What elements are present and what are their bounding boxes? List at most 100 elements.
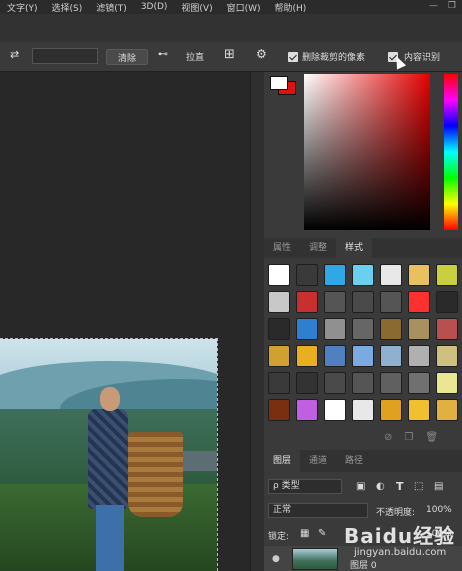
style-swatch[interactable] [268, 264, 290, 286]
style-swatch[interactable] [268, 318, 290, 340]
lock-transparent-icon[interactable]: ▦ [300, 528, 309, 539]
style-swatch[interactable] [380, 345, 402, 367]
style-swatch[interactable] [380, 399, 402, 421]
filter-adjust-icon[interactable]: ◐ [376, 481, 385, 492]
filter-type-icon[interactable]: T [396, 480, 404, 493]
trash-icon[interactable]: 🗑 [425, 432, 438, 443]
style-swatch[interactable] [380, 372, 402, 394]
image-basket [128, 432, 183, 517]
style-swatch[interactable] [408, 372, 430, 394]
menu-filter[interactable]: 滤镜(T) [89, 1, 134, 14]
tab-properties[interactable]: 属性 [264, 238, 300, 258]
properties-tabs: 属性 调整 样式 [264, 238, 462, 258]
foreground-color-swatch[interactable] [270, 76, 288, 90]
style-swatch[interactable] [296, 264, 318, 286]
grid-overlay-icon[interactable]: ⊞ [224, 47, 235, 62]
restore-icon[interactable]: ❐ [448, 1, 456, 11]
menu-view[interactable]: 视图(V) [174, 1, 219, 14]
watermark: Baidu经验 jingyan.baidu.com [344, 520, 462, 570]
clear-button[interactable]: 清除 [106, 49, 148, 65]
eye-icon[interactable]: ● [272, 554, 280, 564]
style-swatch[interactable] [324, 399, 346, 421]
style-swatch[interactable] [324, 264, 346, 286]
style-swatch[interactable] [436, 264, 458, 286]
style-swatch[interactable] [408, 291, 430, 313]
menu-bar: 文字(Y) 选择(S) 滤镜(T) 3D(D) 视图(V) 窗口(W) 帮助(H… [0, 0, 462, 14]
window-controls: — ❐ [429, 1, 456, 11]
clear-style-icon[interactable]: ⊘ [384, 432, 392, 443]
menu-help[interactable]: 帮助(H) [268, 1, 314, 14]
style-swatch[interactable] [436, 318, 458, 340]
delete-cropped-checkbox[interactable] [288, 52, 298, 62]
straighten-icon[interactable]: ⊷ [158, 49, 168, 60]
layer-kind-filter[interactable]: ρ 类型 [268, 479, 342, 494]
collapsed-panel-strip[interactable] [250, 72, 264, 571]
style-swatch[interactable] [268, 372, 290, 394]
style-swatch[interactable] [296, 291, 318, 313]
style-swatch[interactable] [352, 399, 374, 421]
style-swatch[interactable] [352, 345, 374, 367]
style-swatch[interactable] [352, 318, 374, 340]
style-swatch[interactable] [408, 264, 430, 286]
image-person [78, 387, 183, 571]
watermark-url: jingyan.baidu.com [354, 547, 447, 558]
tab-channels[interactable]: 通道 [300, 450, 336, 472]
filter-smart-icon[interactable]: ▤ [434, 481, 443, 492]
lock-brush-icon[interactable]: ✎ [318, 528, 326, 539]
opacity-value[interactable]: 100% [426, 505, 452, 515]
style-swatch[interactable] [324, 345, 346, 367]
menu-3d[interactable]: 3D(D) [134, 2, 175, 12]
watermark-brand: Baidu经验 [344, 524, 456, 548]
color-picker-field[interactable] [304, 74, 430, 230]
new-style-icon[interactable]: ❐ [404, 432, 413, 443]
style-swatch[interactable] [268, 345, 290, 367]
style-swatch[interactable] [352, 264, 374, 286]
style-swatch[interactable] [436, 372, 458, 394]
menu-select[interactable]: 选择(S) [45, 1, 90, 14]
style-swatch[interactable] [408, 399, 430, 421]
style-swatch[interactable] [324, 372, 346, 394]
ratio-input[interactable] [32, 48, 98, 64]
style-swatch[interactable] [324, 318, 346, 340]
style-swatch[interactable] [296, 399, 318, 421]
straighten-label[interactable]: 拉直 [186, 50, 204, 63]
layers-tabs: 图层 通道 路径 [264, 450, 462, 472]
right-panel: 属性 调整 样式 ⊘ ❐ 🗑 图层 通道 路径 ρ 类型 ▣ ◐ T ⬚ ▤ 正… [264, 72, 462, 571]
tab-paths[interactable]: 路径 [336, 450, 372, 472]
style-swatch[interactable] [436, 399, 458, 421]
style-swatch[interactable] [324, 291, 346, 313]
minimize-icon[interactable]: — [429, 1, 438, 11]
content-aware-label: 内容识别 [404, 53, 441, 63]
style-swatch[interactable] [268, 399, 290, 421]
lock-label: 锁定: [268, 532, 290, 542]
crop-image[interactable] [0, 338, 218, 571]
styles-footer: ⊘ ❐ 🗑 [384, 432, 438, 443]
styles-grid [268, 264, 460, 421]
tab-adjustments[interactable]: 调整 [300, 238, 336, 258]
style-swatch[interactable] [296, 318, 318, 340]
style-swatch[interactable] [352, 372, 374, 394]
swap-icon[interactable]: ⇄ [10, 48, 19, 61]
style-swatch[interactable] [296, 372, 318, 394]
hue-slider[interactable] [444, 74, 458, 230]
style-swatch[interactable] [296, 345, 318, 367]
style-swatch[interactable] [436, 291, 458, 313]
style-swatch[interactable] [380, 264, 402, 286]
style-swatch[interactable] [380, 291, 402, 313]
filter-shape-icon[interactable]: ⬚ [414, 481, 423, 492]
style-swatch[interactable] [408, 318, 430, 340]
image-shirt [88, 409, 128, 509]
gear-icon[interactable]: ⚙ [256, 47, 267, 61]
tab-styles[interactable]: 样式 [336, 238, 373, 258]
filter-image-icon[interactable]: ▣ [356, 481, 365, 492]
menu-window[interactable]: 窗口(W) [220, 1, 268, 14]
clear-label: 清除 [117, 53, 136, 64]
style-swatch[interactable] [268, 291, 290, 313]
blend-mode-select[interactable]: 正常 [268, 503, 368, 518]
style-swatch[interactable] [408, 345, 430, 367]
style-swatch[interactable] [436, 345, 458, 367]
menu-type[interactable]: 文字(Y) [0, 1, 45, 14]
tab-layers[interactable]: 图层 [264, 450, 301, 472]
style-swatch[interactable] [380, 318, 402, 340]
style-swatch[interactable] [352, 291, 374, 313]
